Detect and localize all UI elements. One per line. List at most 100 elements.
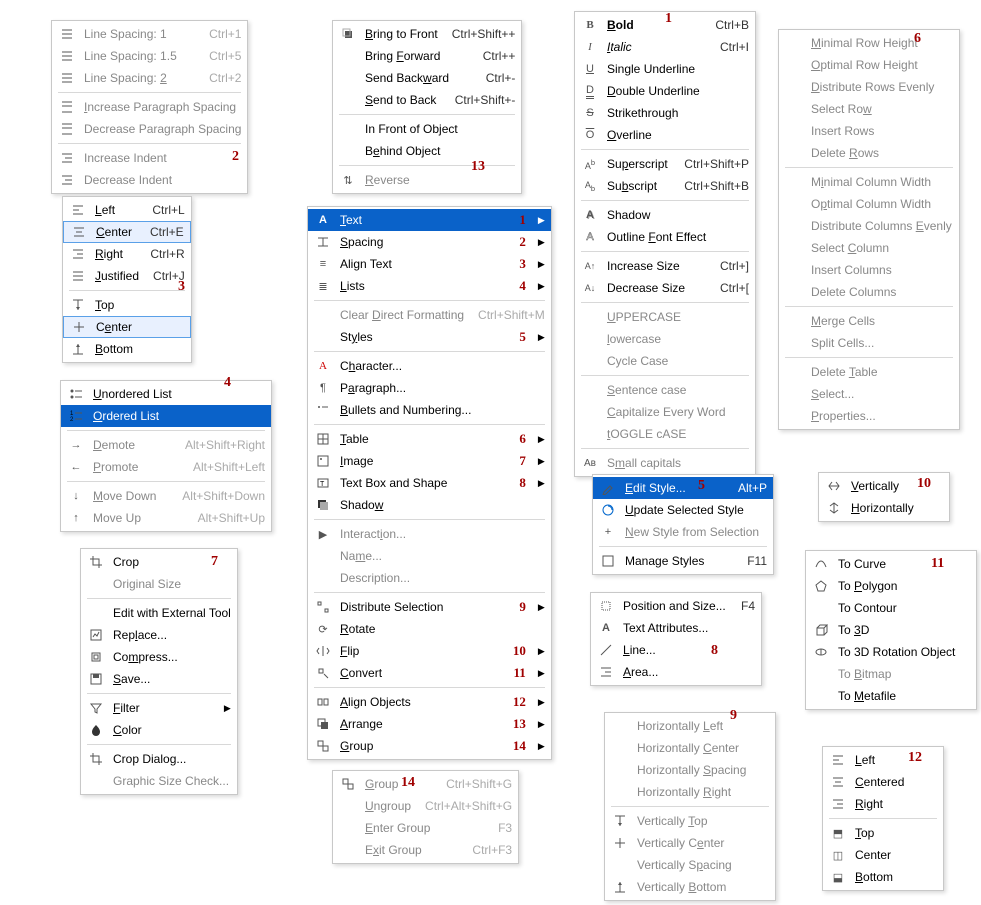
item-m_format-24[interactable]: Convert11▶ <box>308 662 551 684</box>
item-m_arrange-3[interactable]: Send to BackCtrl+Shift+- <box>333 89 521 111</box>
item-m_image-5[interactable]: Compress... <box>81 646 237 668</box>
item-m_format-3[interactable]: ≣Lists4▶ <box>308 275 551 297</box>
item-m_image-4[interactable]: Replace... <box>81 624 237 646</box>
item-m_shape-3[interactable]: Area... <box>591 661 761 683</box>
item-m_conv-2[interactable]: To Contour <box>806 597 976 619</box>
item-m_arrange-1[interactable]: Bring ForwardCtrl++ <box>333 45 521 67</box>
submenu-arrow-icon: ▶ <box>538 332 545 343</box>
item-m_halign-2[interactable]: Right Ctrl+R <box>63 243 191 265</box>
item-m_text-10[interactable]: AShadow <box>575 204 755 226</box>
item-m_format-8[interactable]: ACharacter... <box>308 355 551 377</box>
item-m_arrange-2[interactable]: Send BackwardCtrl+- <box>333 67 521 89</box>
label: Right <box>95 247 136 261</box>
item-m_format-26[interactable]: Align Objects12▶ <box>308 691 551 713</box>
label: Name... <box>340 549 545 563</box>
item-m_conv-6[interactable]: To Metafile <box>806 685 976 707</box>
item-m_shape-1[interactable]: AText Attributes... <box>591 617 761 639</box>
item-m_styles-4[interactable]: Manage StylesF11 <box>593 550 773 572</box>
label: Rotate <box>340 622 545 636</box>
item-m_text-14[interactable]: A↓Decrease SizeCtrl+[ <box>575 277 755 299</box>
crop-icon <box>87 553 105 571</box>
item-m_alignobj-0[interactable]: Left <box>823 749 943 771</box>
item-m_arrange-6[interactable]: Behind Object <box>333 140 521 162</box>
annotation-10: 10 <box>917 476 931 492</box>
item-m_format-13[interactable]: Image7▶ <box>308 450 551 472</box>
item-m_text-4[interactable]: SStrikethrough <box>575 102 755 124</box>
item-m_alignobj-4[interactable]: ⬒Top <box>823 822 943 844</box>
item-m_format-21[interactable]: Distribute Selection9▶ <box>308 596 551 618</box>
item-m_conv-3[interactable]: To 3D <box>806 619 976 641</box>
item-m_text-3[interactable]: DDouble Underline <box>575 80 755 102</box>
item-m_format-9[interactable]: ¶Paragraph... <box>308 377 551 399</box>
annotation-6: 6 <box>914 31 921 47</box>
item-m_lists-1[interactable]: 12Ordered List <box>61 405 271 427</box>
shortcut: Alt+Shift+Up <box>198 511 265 525</box>
ln-icon <box>597 641 615 659</box>
item-m_text-7[interactable]: AbSuperscriptCtrl+Shift+P <box>575 153 755 175</box>
item-m_shape-2[interactable]: Line... <box>591 639 761 661</box>
item-m_format-27[interactable]: Arrange13▶ <box>308 713 551 735</box>
item-m_alignobj-5[interactable]: ◫Center <box>823 844 943 866</box>
item-m_conv-0[interactable]: To Curve <box>806 553 976 575</box>
item-m_alignobj-1[interactable]: Centered <box>823 771 943 793</box>
item-m_text-1[interactable]: IItalicCtrl+I <box>575 36 755 58</box>
vt-icon <box>69 296 87 314</box>
item-m_table-17: Delete Table <box>779 361 959 383</box>
item-m_format-2[interactable]: ≡Align Text3▶ <box>308 253 551 275</box>
annotation-9: 9 <box>730 708 737 724</box>
rev-icon: ⇅ <box>339 171 357 189</box>
ar-icon <box>597 663 615 681</box>
item-m_image-6[interactable]: Save... <box>81 668 237 690</box>
separator <box>87 744 231 745</box>
item-m_text-5[interactable]: OOverline <box>575 124 755 146</box>
shortcut: Ctrl+R <box>150 247 184 261</box>
item-m_styles-1[interactable]: Update Selected Style <box>593 499 773 521</box>
item-m_arrange-0[interactable]: Bring to FrontCtrl+Shift++ <box>333 23 521 45</box>
item-m_text-18: Cycle Case <box>575 350 755 372</box>
menu-m_halign: LeftCtrl+LCenterCtrl+E Right Ctrl+R Justifi… <box>62 196 192 363</box>
label: Group <box>365 777 432 791</box>
ul-icon <box>67 385 85 403</box>
item-m_halign-0[interactable]: LeftCtrl+L <box>63 199 191 221</box>
label: Select... <box>811 387 953 401</box>
item-m_format-12[interactable]: Table6▶ <box>308 428 551 450</box>
item-m_flip-1[interactable]: Horizontally <box>819 497 949 519</box>
item-m_arrange-5[interactable]: In Front of Object <box>333 118 521 140</box>
item-m_format-22[interactable]: ⟳Rotate <box>308 618 551 640</box>
item-m_halign-6[interactable]: Center <box>63 316 191 338</box>
item-m_alignobj-6[interactable]: ⬓Bottom <box>823 866 943 888</box>
item-m_text-11[interactable]: AOutline Font Effect <box>575 226 755 248</box>
item-m_format-28[interactable]: Group14▶ <box>308 735 551 757</box>
separator <box>829 818 937 819</box>
annotation-5: 5 <box>519 329 526 345</box>
item-m_alignobj-2[interactable]: Right <box>823 793 943 815</box>
item-m_halign-5[interactable]: Top <box>63 294 191 316</box>
item-m_conv-4[interactable]: To 3D Rotation Object <box>806 641 976 663</box>
item-m_shape-0[interactable]: Position and Size...F4 <box>591 595 761 617</box>
item-m_image-3[interactable]: Edit with External Tool <box>81 602 237 624</box>
item-m_image-9[interactable]: Color <box>81 719 237 741</box>
item-m_lists-0[interactable]: Unordered List <box>61 383 271 405</box>
item-m_styles-0[interactable]: Edit Style...Alt+P <box>593 477 773 499</box>
out-icon: A <box>581 228 599 246</box>
item-m_format-1[interactable]: Spacing2▶ <box>308 231 551 253</box>
item-m_format-6[interactable]: Styles5▶ <box>308 326 551 348</box>
item-m_text-8[interactable]: AbSubscriptCtrl+Shift+B <box>575 175 755 197</box>
blank-icon <box>314 569 332 587</box>
item-m_halign-1[interactable]: CenterCtrl+E <box>63 221 191 243</box>
item-m_format-23[interactable]: Flip10▶ <box>308 640 551 662</box>
item-m_text-13[interactable]: A↑Increase SizeCtrl+] <box>575 255 755 277</box>
item-m_format-10[interactable]: Bullets and Numbering... <box>308 399 551 421</box>
item-m_image-11[interactable]: Crop Dialog... <box>81 748 237 770</box>
label: Interaction... <box>340 527 545 541</box>
item-m_format-0[interactable]: AText1▶ <box>308 209 551 231</box>
item-m_halign-7[interactable]: Bottom <box>63 338 191 360</box>
label: To Metafile <box>838 689 970 703</box>
item-m_halign-3[interactable]: JustifiedCtrl+J <box>63 265 191 287</box>
label: Decrease Paragraph Spacing <box>84 122 241 136</box>
item-m_conv-1[interactable]: To Polygon <box>806 575 976 597</box>
item-m_text-2[interactable]: USingle Underline <box>575 58 755 80</box>
item-m_image-8[interactable]: Filter▶ <box>81 697 237 719</box>
item-m_format-15[interactable]: Shadow <box>308 494 551 516</box>
item-m_format-14[interactable]: TText Box and Shape8▶ <box>308 472 551 494</box>
